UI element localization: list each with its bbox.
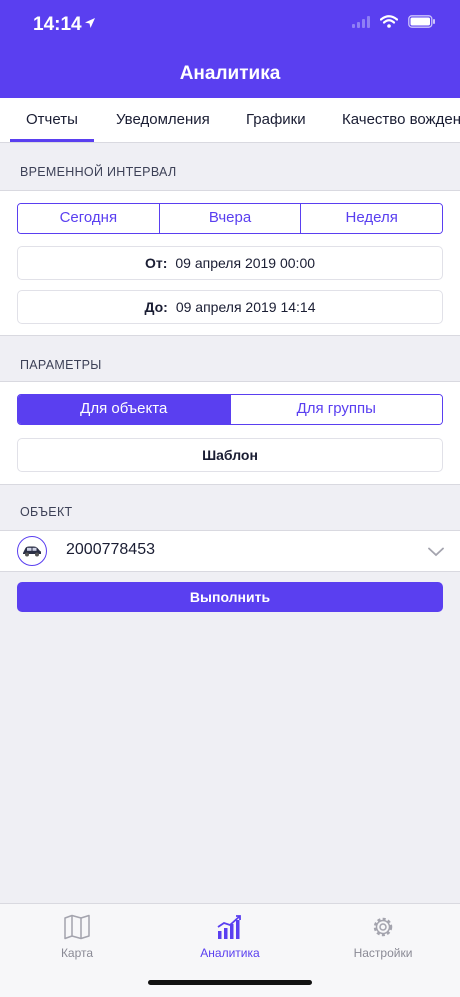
period-today[interactable]: Сегодня [18, 204, 159, 233]
from-date-field[interactable]: От: 09 апреля 2019 00:00 [17, 246, 443, 280]
navigation-bar: Аналитика [0, 50, 460, 98]
object-header: ОБЪЕКТ [20, 505, 73, 519]
signal-icon [352, 15, 370, 33]
period-yesterday[interactable]: Вчера [158, 204, 301, 233]
wifi-icon [379, 15, 399, 33]
object-selector[interactable]: 2000778453 [0, 530, 460, 572]
bottom-tab-analytics[interactable]: Аналитика [170, 914, 290, 960]
location-arrow-icon [84, 16, 96, 34]
home-indicator [148, 980, 312, 985]
scope-object[interactable]: Для объекта [18, 395, 230, 424]
bottom-tab-map[interactable]: Карта [17, 914, 137, 960]
from-label: От: [144, 255, 168, 271]
scope-segmented-control: Для объекта Для группы [17, 394, 443, 425]
bottom-tab-map-label: Карта [60, 946, 94, 960]
scope-group[interactable]: Для группы [229, 395, 442, 424]
bottom-tab-settings[interactable]: Настройки [323, 914, 443, 960]
status-time: 14:14 [33, 14, 82, 35]
period-segmented-control: Сегодня Вчера Неделя [17, 203, 443, 234]
run-button[interactable]: Выполнить [17, 582, 443, 612]
car-icon [17, 536, 47, 566]
to-label: До: [144, 299, 168, 315]
battery-icon [408, 15, 436, 33]
to-value: 09 апреля 2019 14:14 [175, 299, 316, 315]
tab-reports[interactable]: Отчеты [10, 98, 94, 142]
status-indicators [352, 15, 436, 33]
analytics-icon [170, 914, 290, 940]
template-field[interactable]: Шаблон [17, 438, 443, 472]
tab-driving-quality[interactable]: Качество вожден [342, 98, 460, 142]
to-date-field[interactable]: До: 09 апреля 2019 14:14 [17, 290, 443, 324]
status-bar: 14:14 [0, 0, 460, 50]
tab-notifications[interactable]: Уведомления [116, 98, 210, 142]
object-name: 2000778453 [66, 541, 155, 558]
page-title: Аналитика [179, 63, 281, 84]
gear-icon [323, 914, 443, 940]
bottom-tab-settings-label: Настройки [353, 946, 413, 960]
bottom-tab-analytics-label: Аналитика [200, 946, 260, 960]
period-week[interactable]: Неделя [300, 204, 442, 233]
parameters-header: ПАРАМЕТРЫ [20, 358, 102, 372]
tab-charts[interactable]: Графики [246, 98, 306, 142]
from-value: 09 апреля 2019 00:00 [175, 255, 316, 271]
tab-bar: Отчеты Уведомления Графики Качество вожд… [0, 98, 460, 143]
map-icon [17, 914, 137, 940]
time-interval-header: ВРЕМЕННОЙ ИНТЕРВАЛ [20, 165, 177, 179]
chevron-down-icon [428, 544, 444, 562]
